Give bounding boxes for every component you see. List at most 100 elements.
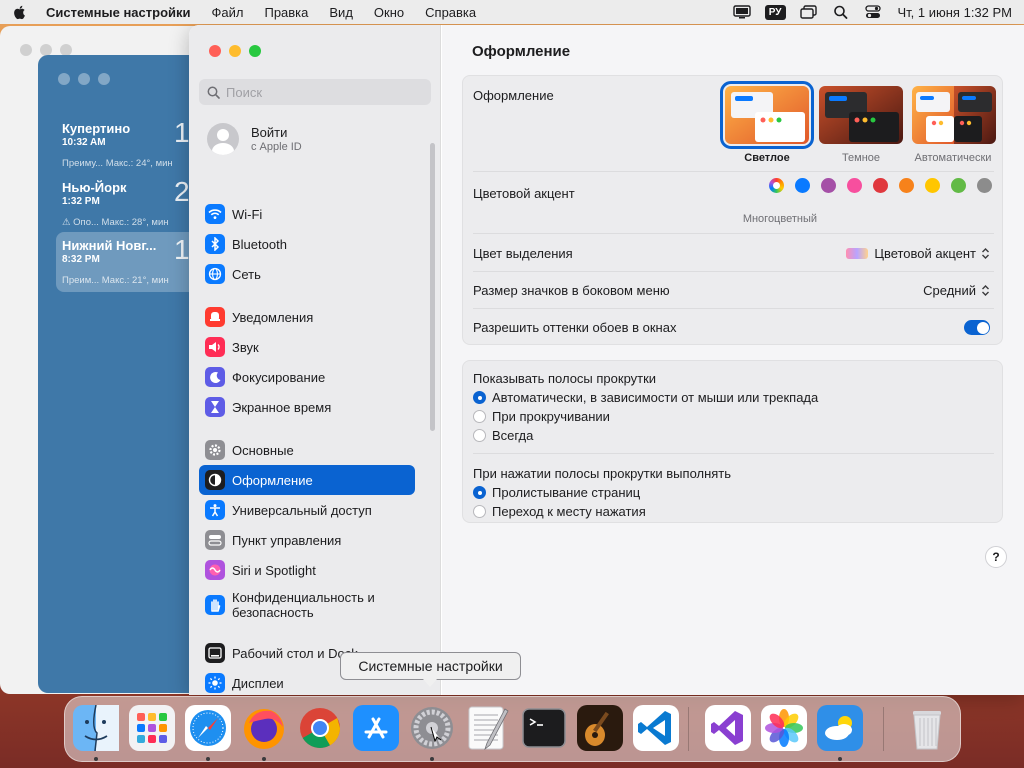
terminal-icon[interactable] [521, 705, 567, 751]
vscode-icon[interactable] [633, 705, 679, 751]
sidebar-item-siri[interactable]: Siri и Spotlight [199, 555, 415, 585]
spotlight-search-icon[interactable] [832, 5, 850, 19]
appearance-dark-thumbnail[interactable] [819, 86, 903, 144]
sidebar-item-gear[interactable]: Основные [199, 435, 415, 465]
firefox-icon[interactable] [241, 705, 287, 751]
weather-city-item[interactable]: Нью-Йорк 1:32 PM ⚠ Опо... Макс.: 28°, ми… [56, 174, 200, 234]
city-forecast: Преим... Макс.: 21°, мин [62, 275, 169, 286]
sidebar-item-hand[interactable]: Конфиденциальность и безопасность [199, 585, 415, 625]
menu-file[interactable]: Файл [212, 5, 244, 20]
wallpaper-tinting-toggle[interactable] [964, 320, 990, 335]
search-field[interactable] [199, 79, 431, 105]
accent-multicolor-swatch[interactable] [769, 178, 784, 193]
sidebar-item-speaker[interactable]: Звук [199, 332, 415, 362]
scrollbars-always-option[interactable]: Всегда [473, 428, 533, 443]
sidebar-item-accessibility[interactable]: Универсальный доступ [199, 495, 415, 525]
weather-icon[interactable] [817, 705, 863, 751]
weather-city-item[interactable]: Купертино 10:32 AM Преиму... Макс.: 24°,… [56, 115, 200, 175]
accent-color-swatch[interactable] [847, 178, 862, 193]
accent-color-swatch[interactable] [899, 178, 914, 193]
close-button[interactable] [209, 45, 221, 57]
sidebar-item-moon[interactable]: Фокусирование [199, 362, 415, 392]
menu-clock[interactable]: Чт, 1 июня 1:32 PM [898, 5, 1013, 20]
visual-studio-icon[interactable] [705, 705, 751, 751]
weather-maximize-button[interactable] [98, 73, 110, 85]
highlight-color-popup[interactable]: Цветовой акцент [846, 246, 990, 261]
appearance-light-label[interactable]: Светлое [717, 152, 817, 164]
appearance-dark-label[interactable]: Темное [811, 152, 911, 164]
radio-button[interactable] [473, 505, 486, 518]
help-button[interactable]: ? [985, 546, 1007, 568]
sidebar-item-label: Рабочий стол и Dock [232, 645, 358, 661]
menu-app-name[interactable]: Системные настройки [46, 5, 191, 20]
sidebar-item-bluetooth[interactable]: Bluetooth [199, 229, 415, 259]
scrollbars-scrolling-option[interactable]: При прокручивании [473, 409, 610, 424]
appearance-light-thumbnail[interactable] [720, 81, 814, 149]
radio-button[interactable] [473, 429, 486, 442]
input-language-badge[interactable]: РУ [764, 4, 786, 20]
apple-id-sign-in[interactable]: Войти с Apple ID [207, 123, 302, 155]
sidebar-item-bell[interactable]: Уведомления [199, 302, 415, 332]
control-center-icon[interactable] [864, 5, 882, 19]
icon-size-label: Размер значков в боковом меню [473, 283, 670, 298]
safari-icon[interactable] [185, 705, 231, 751]
trash-icon[interactable] [904, 705, 950, 751]
window-switcher-icon[interactable] [799, 5, 818, 19]
weather-minimize-button[interactable] [78, 73, 90, 85]
garageband-icon[interactable] [577, 705, 623, 751]
chrome-icon[interactable] [297, 705, 343, 751]
appearance-label: Оформление [473, 88, 554, 103]
accent-color-swatch[interactable] [795, 178, 810, 193]
sidebar-item-label: Конфиденциальность и безопасность [232, 590, 375, 620]
weather-city-item[interactable]: Нижний Новг... 8:32 PM Преим... Макс.: 2… [56, 232, 200, 292]
photos-icon[interactable] [761, 705, 807, 751]
sidebar-item-label: Bluetooth [232, 236, 287, 252]
bell-icon [205, 307, 225, 327]
weather-close-button[interactable] [58, 73, 70, 85]
search-input[interactable] [226, 84, 416, 100]
menu-help[interactable]: Справка [425, 5, 476, 20]
appearance-auto-label[interactable]: Автоматически [903, 152, 1003, 164]
click-scrollbar-label: При нажатии полосы прокрутки выполнять [473, 466, 732, 481]
menu-window[interactable]: Окно [374, 5, 404, 20]
bg-close-button[interactable] [20, 44, 32, 56]
sidebar-item-label: Уведомления [232, 309, 314, 325]
radio-button[interactable] [473, 410, 486, 423]
icon-size-popup[interactable]: Средний [923, 283, 990, 298]
accent-color-swatch[interactable] [925, 178, 940, 193]
sidebar-item-globe[interactable]: Сеть [199, 259, 415, 289]
sidebar-item-appearance[interactable]: Оформление [199, 465, 415, 495]
sidebar-item-label: Дисплеи [232, 675, 284, 691]
sidebar-scrollbar[interactable] [430, 143, 435, 431]
launchpad-icon[interactable] [129, 705, 175, 751]
maximize-button[interactable] [249, 45, 261, 57]
finder-icon[interactable] [73, 705, 119, 751]
radio-button[interactable] [473, 391, 486, 404]
app-store-icon[interactable] [353, 705, 399, 751]
system-settings-icon[interactable] [409, 705, 455, 751]
accent-color-swatch[interactable] [977, 178, 992, 193]
apple-menu-icon[interactable] [12, 4, 28, 20]
accent-color-swatch[interactable] [951, 178, 966, 193]
accent-color-swatch[interactable] [821, 178, 836, 193]
sidebar-item-label: Звук [232, 339, 259, 355]
menu-view[interactable]: Вид [329, 5, 353, 20]
sidebar-item-wifi[interactable]: Wi-Fi [199, 199, 415, 229]
appearance-icon [205, 470, 225, 490]
click-jump-option[interactable]: Переход к месту нажатия [473, 504, 646, 519]
scrollbars-auto-option[interactable]: Автоматически, в зависимости от мыши или… [473, 390, 818, 405]
click-page-option[interactable]: Пролистывание страниц [473, 485, 640, 500]
sidebar-item-control-center[interactable]: Пункт управления [199, 525, 415, 555]
display-icon[interactable] [733, 5, 751, 19]
sun-icon [205, 673, 225, 693]
scrollbar-group: Показывать полосы прокрутки Автоматическ… [462, 360, 1003, 523]
sidebar-item-label: Сеть [232, 266, 261, 282]
accent-color-swatch[interactable] [873, 178, 888, 193]
minimize-button[interactable] [229, 45, 241, 57]
textedit-icon[interactable] [465, 705, 511, 751]
sidebar-item-hourglass[interactable]: Экранное время [199, 392, 415, 422]
running-indicator [262, 757, 266, 761]
radio-button[interactable] [473, 486, 486, 499]
appearance-auto-thumbnail[interactable] [912, 86, 996, 144]
menu-edit[interactable]: Правка [264, 5, 308, 20]
